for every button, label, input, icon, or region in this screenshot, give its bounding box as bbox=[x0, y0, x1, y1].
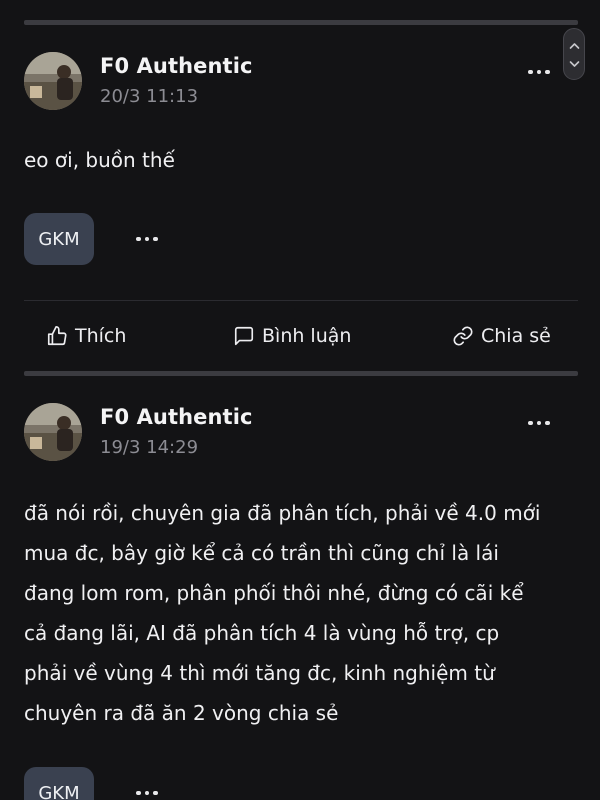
avatar[interactable] bbox=[24, 52, 82, 110]
reaction-more-button[interactable] bbox=[130, 227, 164, 251]
post-timestamp: 20/3 11:13 bbox=[100, 86, 199, 107]
comment-button[interactable]: Bình luận bbox=[233, 318, 351, 354]
post-header: F0 Authentic 19/3 14:29 bbox=[24, 403, 578, 463]
more-horizontal-icon bbox=[528, 69, 550, 75]
like-label: Thích bbox=[75, 325, 127, 347]
post-content: eo ơi, buồn thế bbox=[24, 148, 175, 172]
like-button[interactable]: Thích bbox=[46, 318, 126, 354]
more-horizontal-icon bbox=[136, 236, 158, 242]
author-name[interactable]: F0 Authentic bbox=[100, 54, 253, 78]
message-square-icon bbox=[234, 326, 254, 346]
reaction-bar: GKM bbox=[24, 213, 578, 267]
share-label: Chia sẻ bbox=[481, 325, 551, 347]
post-actions: Thích Bình luận Chia sẻ bbox=[24, 318, 578, 354]
share-button[interactable]: Chia sẻ bbox=[452, 318, 551, 354]
chevron-down-icon[interactable] bbox=[569, 60, 580, 68]
thumbs-up-icon bbox=[47, 326, 67, 346]
post-separator bbox=[24, 371, 578, 376]
reaction-bar: GKM bbox=[24, 767, 578, 800]
post-separator bbox=[24, 20, 578, 25]
reaction-more-button[interactable] bbox=[130, 781, 164, 800]
chevron-up-icon[interactable] bbox=[569, 42, 580, 50]
post-card: F0 Authentic 20/3 11:13 eo ơi, buồn thế … bbox=[24, 52, 578, 347]
post-options-button[interactable] bbox=[522, 411, 556, 435]
post-feed: F0 Authentic 20/3 11:13 eo ơi, buồn thế … bbox=[0, 0, 600, 800]
post-options-button[interactable] bbox=[522, 60, 556, 84]
reaction-chip[interactable]: GKM bbox=[24, 213, 94, 265]
more-horizontal-icon bbox=[528, 420, 550, 426]
more-horizontal-icon bbox=[136, 790, 158, 796]
action-divider bbox=[24, 300, 578, 301]
link-icon bbox=[453, 326, 473, 346]
post-header: F0 Authentic 20/3 11:13 bbox=[24, 52, 578, 112]
post-card: F0 Authentic 19/3 14:29 đã nói rồi, chuy… bbox=[24, 403, 578, 800]
scroll-control[interactable] bbox=[563, 28, 585, 80]
reaction-chip[interactable]: GKM bbox=[24, 767, 94, 800]
author-name[interactable]: F0 Authentic bbox=[100, 405, 253, 429]
post-content: đã nói rồi, chuyên gia đã phân tích, phả… bbox=[24, 501, 541, 725]
avatar[interactable] bbox=[24, 403, 82, 461]
comment-label: Bình luận bbox=[262, 325, 352, 347]
post-timestamp: 19/3 14:29 bbox=[100, 437, 199, 458]
